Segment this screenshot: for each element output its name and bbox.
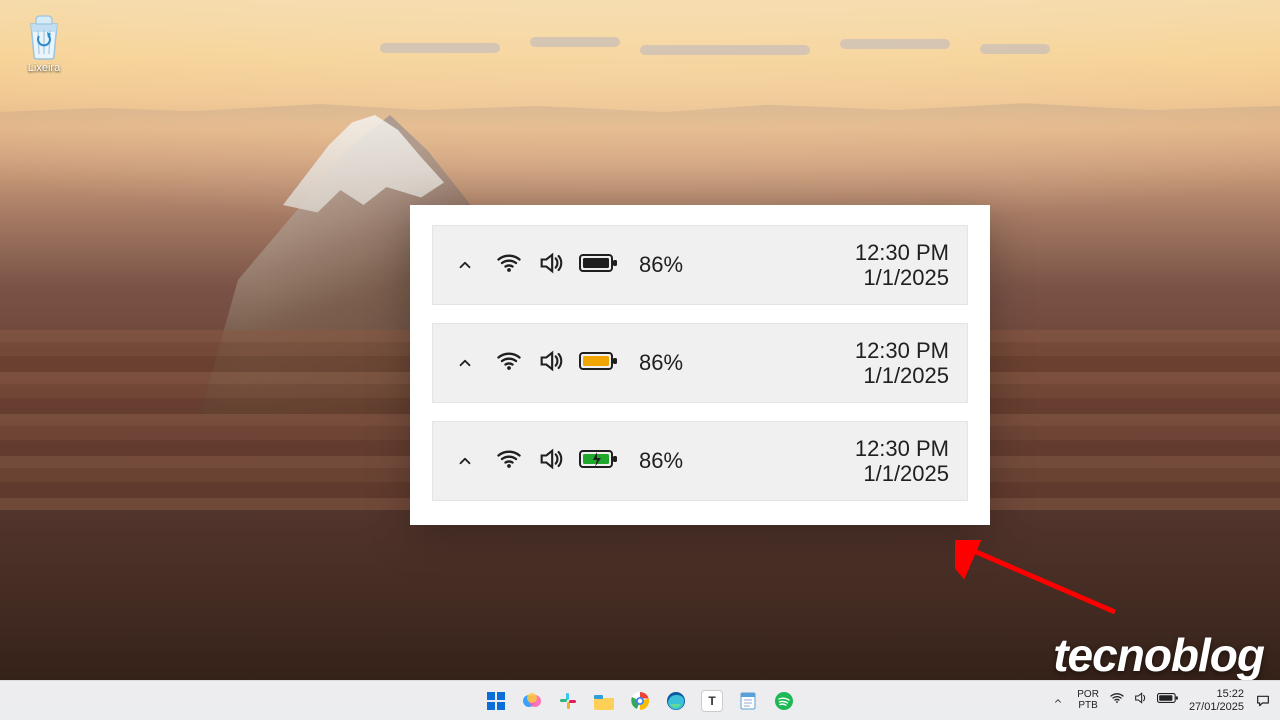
volume-icon: [1133, 690, 1149, 711]
tray-examples-card: 86% 12:30 PM 1/1/2025 86%: [410, 205, 990, 525]
tray-date: 1/1/2025: [855, 363, 949, 388]
recycle-bin-label: Lixeira: [12, 62, 76, 74]
wifi-icon[interactable]: [495, 445, 523, 478]
tray-date: 1/1/2025: [855, 265, 949, 290]
folder-icon: [593, 691, 615, 711]
taskbar-pinned-apps: T: [481, 686, 799, 716]
tray-date: 1/1/2025: [855, 461, 949, 486]
tray-overflow-button[interactable]: [447, 256, 483, 274]
battery-percent: 86%: [639, 448, 683, 474]
slack-button[interactable]: [553, 686, 583, 716]
language-top: POR: [1077, 690, 1099, 701]
wifi-icon[interactable]: [495, 249, 523, 282]
start-button[interactable]: [481, 686, 511, 716]
chevron-up-icon: [1053, 696, 1063, 706]
copilot-icon: [522, 691, 542, 711]
chrome-icon: [630, 691, 650, 711]
tray-clock[interactable]: 12:30 PM 1/1/2025: [855, 338, 949, 389]
chrome-button[interactable]: [625, 686, 655, 716]
spotify-icon: [774, 691, 794, 711]
tray-time: 12:30 PM: [855, 240, 949, 265]
chevron-up-icon: [456, 354, 474, 372]
wallpaper-clouds: [380, 35, 1080, 65]
volume-icon[interactable]: [537, 347, 565, 380]
tray-time: 12:30 PM: [855, 436, 949, 461]
battery-icon[interactable]: [579, 350, 619, 377]
wifi-icon[interactable]: [495, 347, 523, 380]
taskbar-date: 27/01/2025: [1189, 701, 1244, 713]
tray-overflow-button[interactable]: [447, 354, 483, 372]
text-app-icon: T: [701, 690, 723, 712]
watermark: tecnoblog: [1053, 628, 1264, 682]
battery-icon: [1157, 691, 1179, 710]
spotify-button[interactable]: [769, 686, 799, 716]
chevron-up-icon: [456, 452, 474, 470]
wifi-icon: [1109, 690, 1125, 711]
tray-clock[interactable]: 12:30 PM 1/1/2025: [855, 240, 949, 291]
tray-example-row: 86% 12:30 PM 1/1/2025: [432, 225, 968, 305]
taskbar-time: 15:22: [1189, 688, 1244, 700]
language-bottom: PTB: [1078, 701, 1097, 712]
recycle-bin[interactable]: Lixeira: [12, 10, 76, 74]
battery-charging-icon[interactable]: [579, 448, 619, 475]
file-explorer-button[interactable]: [589, 686, 619, 716]
quick-settings-button[interactable]: [1109, 690, 1179, 711]
notepad-button[interactable]: [733, 686, 763, 716]
volume-icon[interactable]: [537, 445, 565, 478]
volume-icon[interactable]: [537, 249, 565, 282]
tray-overflow-button[interactable]: [1049, 692, 1067, 710]
notifications-button[interactable]: [1254, 692, 1272, 710]
taskbar: T POR PTB: [0, 680, 1280, 720]
tray-time: 12:30 PM: [855, 338, 949, 363]
edge-icon: [666, 691, 686, 711]
slack-icon: [558, 691, 578, 711]
chevron-up-icon: [456, 256, 474, 274]
language-button[interactable]: POR PTB: [1077, 690, 1099, 711]
edge-button[interactable]: [661, 686, 691, 716]
battery-icon[interactable]: [579, 252, 619, 279]
battery-fill: [583, 356, 609, 366]
windows-icon: [486, 691, 506, 711]
recycle-bin-icon: [23, 10, 65, 60]
tray-overflow-button[interactable]: [447, 452, 483, 470]
text-app-button[interactable]: T: [697, 686, 727, 716]
taskbar-clock[interactable]: 15:22 27/01/2025: [1189, 688, 1244, 712]
tray-clock[interactable]: 12:30 PM 1/1/2025: [855, 436, 949, 487]
chat-icon: [1255, 693, 1271, 709]
tray-example-row: 86% 12:30 PM 1/1/2025: [432, 421, 968, 501]
copilot-button[interactable]: [517, 686, 547, 716]
notepad-icon: [738, 691, 758, 711]
battery-fill: [583, 258, 609, 268]
tray-example-row: 86% 12:30 PM 1/1/2025: [432, 323, 968, 403]
desktop[interactable]: Lixeira 86% 12:30 PM 1/1/: [0, 0, 1280, 720]
battery-percent: 86%: [639, 252, 683, 278]
battery-percent: 86%: [639, 350, 683, 376]
